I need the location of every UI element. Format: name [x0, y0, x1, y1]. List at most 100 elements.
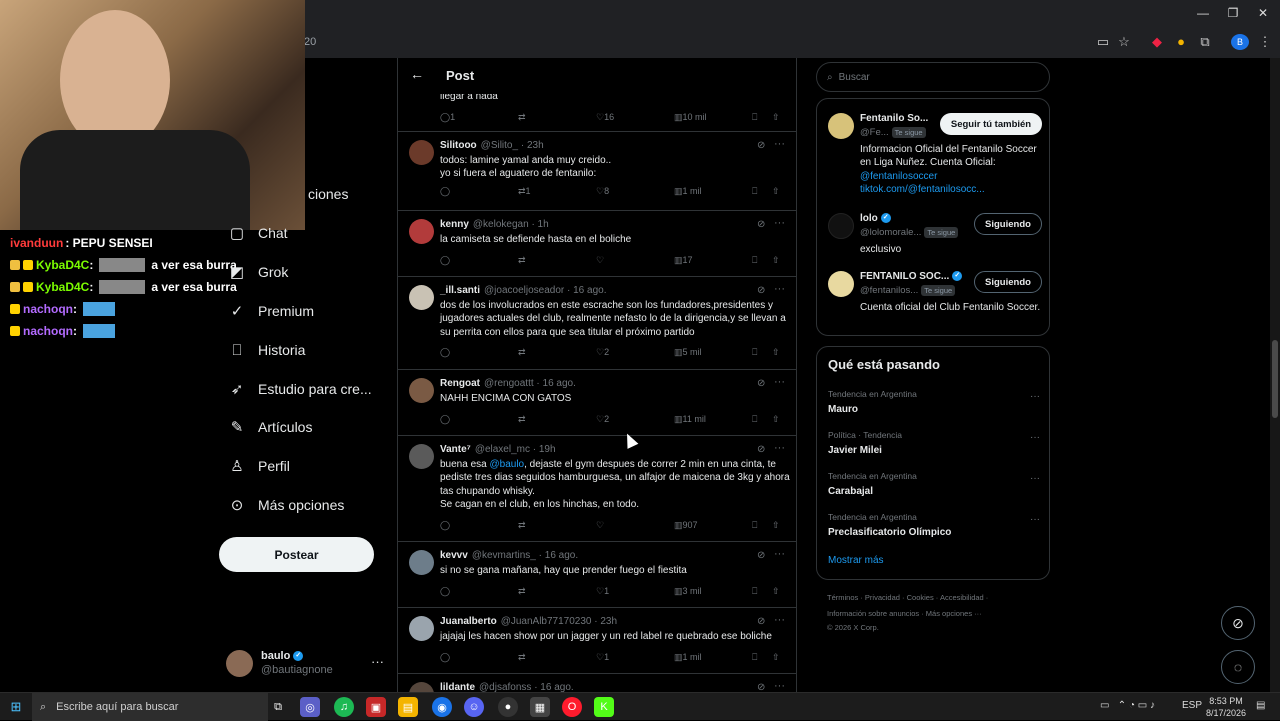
- avatar[interactable]: [409, 285, 434, 310]
- nav-item-premium[interactable]: ✓ Premium: [228, 302, 314, 320]
- grok-topic-icon[interactable]: ⊘: [757, 378, 765, 389]
- extension-icon[interactable]: ◆: [1148, 34, 1166, 50]
- tweet[interactable]: lildante @djsafonss · 16 ago. ⊘ ···: [398, 674, 796, 692]
- like-button[interactable]: ♡: [596, 255, 604, 266]
- tweet[interactable]: Juanalberto @JuanAlb77170230 · 23h ⊘ ··· jaj…: [398, 608, 796, 674]
- author-handle[interactable]: @Silito_: [481, 140, 518, 151]
- tweet-time[interactable]: · 16 ago.: [536, 378, 575, 389]
- repost-button[interactable]: ⇄: [518, 414, 526, 425]
- more-icon[interactable]: ···: [774, 217, 785, 229]
- tweet[interactable]: Vante⁷ @elaxel_mc · 19h ⊘ ··· buena esa @bau…: [398, 436, 796, 542]
- like-button[interactable]: ♡ 1: [596, 586, 609, 597]
- share-icon[interactable]: ⇧: [772, 520, 780, 531]
- tray-icons[interactable]: ▭ ⌃ ◔ ▭ ♪: [1100, 700, 1155, 711]
- repost-button[interactable]: ⇄: [518, 347, 526, 358]
- bookmark-icon[interactable]: ⎕: [752, 586, 757, 597]
- bio-link[interactable]: tiktok.com/@fentanilosocc...: [860, 184, 985, 195]
- bookmark-icon[interactable]: ⎕: [752, 112, 757, 123]
- avatar[interactable]: [409, 140, 434, 165]
- copilot-icon[interactable]: ◎: [300, 697, 320, 717]
- avatar[interactable]: [409, 444, 434, 469]
- notifications-icon[interactable]: ▤: [1256, 700, 1265, 711]
- grok-topic-icon[interactable]: ⊘: [757, 285, 765, 296]
- nav-item-historia[interactable]: ⎕ Historia: [228, 341, 305, 359]
- close-button[interactable]: ✕: [1248, 6, 1278, 20]
- more-icon[interactable]: ···: [1030, 391, 1040, 402]
- reply-button[interactable]: ◯: [440, 586, 450, 597]
- more-icon[interactable]: ···: [371, 654, 384, 669]
- nav-item-articles[interactable]: ✎ Artículos: [228, 418, 313, 436]
- share-icon[interactable]: ⇧: [772, 652, 780, 663]
- author-handle[interactable]: @djsafonss: [479, 682, 531, 692]
- messages-fab-icon[interactable]: ◌: [1221, 650, 1255, 684]
- mention-link[interactable]: @baulo: [490, 459, 525, 470]
- reply-button[interactable]: ◯: [440, 652, 450, 663]
- views-button[interactable]: ▥ 1 mil: [674, 186, 702, 197]
- tweet[interactable]: Silitooo @Silito_ · 23h ⊘ ··· todos: lamine …: [398, 132, 796, 211]
- restore-button[interactable]: ❐: [1218, 6, 1248, 20]
- chrome-icon[interactable]: ◉: [432, 697, 452, 717]
- repost-button[interactable]: ⇄: [518, 112, 526, 123]
- profile-avatar-icon[interactable]: B: [1231, 34, 1249, 50]
- grok-topic-icon[interactable]: ⊘: [757, 682, 765, 692]
- author-handle[interactable]: @joacoeljoseador: [484, 285, 564, 296]
- trend-item[interactable]: Tendencia en Argentina Preclasificatorio…: [828, 512, 1040, 538]
- share-icon[interactable]: ⇧: [772, 186, 780, 197]
- bookmark-icon[interactable]: ⎕: [752, 652, 757, 663]
- share-icon[interactable]: ⇧: [772, 414, 780, 425]
- author-name[interactable]: Rengoat: [440, 378, 480, 389]
- tweet-time[interactable]: · 19h: [533, 444, 556, 455]
- system-clock[interactable]: 8:53 PM 8/17/2026: [1198, 695, 1254, 719]
- minimize-button[interactable]: —: [1188, 6, 1218, 20]
- more-icon[interactable]: ···: [1030, 514, 1040, 525]
- discord-icon[interactable]: ☺: [464, 697, 484, 717]
- author-name[interactable]: Silitooo: [440, 140, 477, 151]
- like-button[interactable]: ♡ 1: [596, 652, 609, 663]
- bookmark-icon[interactable]: ⎕: [752, 414, 757, 425]
- address-bar[interactable]: 20: [300, 30, 1280, 54]
- grok-topic-icon[interactable]: ⊘: [757, 444, 765, 455]
- bookmark-icon[interactable]: ⎕: [752, 347, 757, 358]
- views-button[interactable]: ▥ 11 mil: [674, 414, 706, 425]
- share-icon[interactable]: ⇧: [772, 347, 780, 358]
- author-handle[interactable]: @elaxel_mc: [475, 444, 530, 455]
- views-button[interactable]: ▥ 907: [674, 520, 698, 531]
- footer-links[interactable]: Términos · Privacidad · Cookies · Accesi…: [827, 593, 988, 602]
- more-icon[interactable]: ···: [774, 442, 785, 454]
- author-name[interactable]: lildante: [440, 682, 475, 692]
- author-name[interactable]: kevvv: [440, 550, 468, 561]
- tweet-time[interactable]: · 16 ago.: [567, 285, 606, 296]
- views-button[interactable]: ▥ 1 mil: [674, 652, 702, 663]
- views-button[interactable]: ▥ 5 mil: [674, 347, 702, 358]
- views-button[interactable]: ▥ 17: [674, 255, 693, 266]
- search-input[interactable]: ⌕ Buscar: [816, 62, 1050, 92]
- footer-links[interactable]: Información sobre anuncios · Más opcione…: [827, 609, 982, 618]
- task-view-icon[interactable]: ⧉: [268, 697, 288, 717]
- author-handle[interactable]: @rengoattt: [484, 378, 534, 389]
- taskbar-search[interactable]: ⌕ Escribe aquí para buscar: [32, 693, 268, 721]
- grok-fab-icon[interactable]: ⊘: [1221, 606, 1255, 640]
- windows-start-icon[interactable]: ⊞: [6, 697, 26, 717]
- post-button[interactable]: Postear: [219, 537, 374, 572]
- scrollbar-thumb[interactable]: [1272, 340, 1278, 418]
- grok-topic-icon[interactable]: ⊘: [757, 140, 765, 151]
- tweet[interactable]: _ill.santi @joacoeljoseador · 16 ago. ⊘ ···…: [398, 277, 796, 370]
- repost-button[interactable]: ⇄: [518, 652, 526, 663]
- bookmark-icon[interactable]: ⎕: [752, 186, 757, 197]
- reply-button[interactable]: ◯: [440, 186, 450, 197]
- views-button[interactable]: ▥ 10 mil: [674, 112, 707, 123]
- scrollbar[interactable]: [1270, 58, 1280, 692]
- repost-button[interactable]: ⇄: [518, 586, 526, 597]
- avatar[interactable]: [409, 550, 434, 575]
- avatar[interactable]: [409, 219, 434, 244]
- like-button[interactable]: ♡ 16: [596, 112, 614, 123]
- tweet-time[interactable]: · 16 ago.: [539, 550, 578, 561]
- share-icon[interactable]: ⇧: [772, 586, 780, 597]
- author-name[interactable]: Juanalberto: [440, 616, 497, 627]
- app-icon[interactable]: ▦: [530, 697, 550, 717]
- kick-icon[interactable]: K: [594, 697, 614, 717]
- repost-button[interactable]: ⇄ 1: [518, 186, 531, 197]
- more-icon[interactable]: ···: [774, 376, 785, 388]
- share-icon[interactable]: ⇧: [772, 255, 780, 266]
- more-icon[interactable]: ···: [774, 680, 785, 692]
